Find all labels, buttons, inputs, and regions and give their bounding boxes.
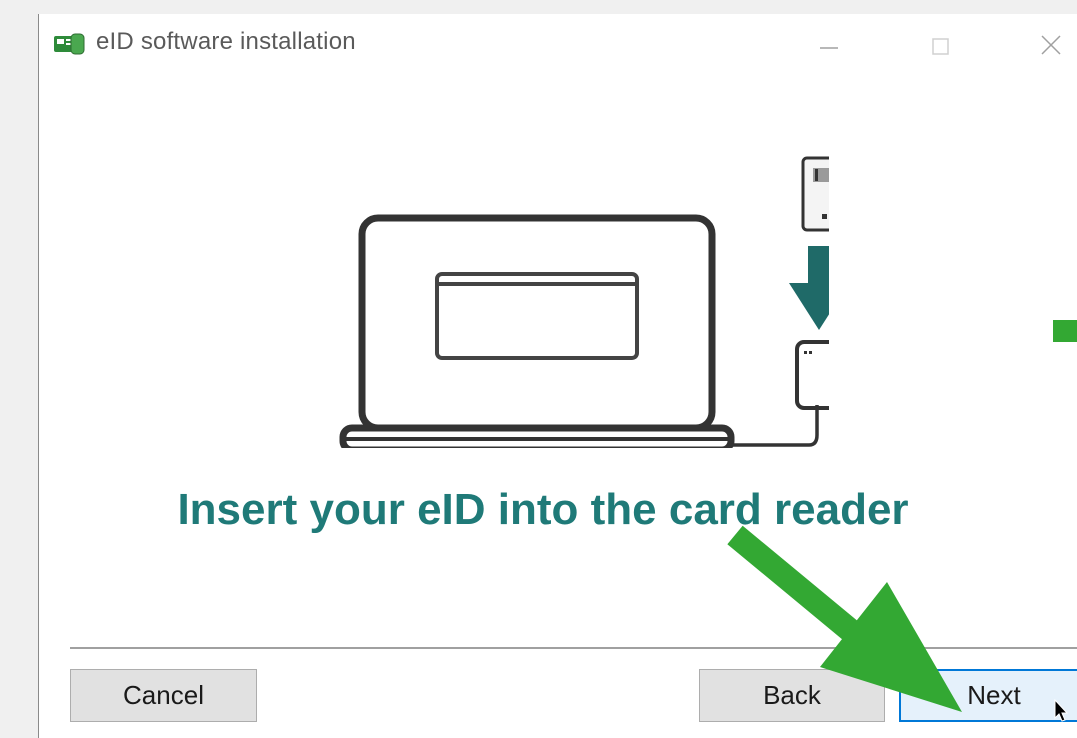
back-button[interactable]: Back xyxy=(699,669,885,722)
minimize-button[interactable] xyxy=(799,14,859,76)
title-bar[interactable]: eID software installation xyxy=(39,14,1077,76)
instruction-heading: Insert your eID into the card reader xyxy=(177,485,909,534)
cancel-button[interactable]: Cancel xyxy=(70,669,257,722)
annotation-marker xyxy=(1053,320,1077,342)
desktop-background xyxy=(0,0,38,738)
minimize-icon xyxy=(820,47,838,49)
close-button[interactable] xyxy=(1021,14,1077,76)
mouse-cursor-icon xyxy=(1054,699,1069,722)
laptop-card-reader-illustration xyxy=(339,156,829,448)
button-separator xyxy=(70,647,1077,649)
close-icon xyxy=(1041,35,1061,55)
maximize-icon xyxy=(932,38,949,55)
wizard-content: Insert your eID into the card reader Can… xyxy=(39,76,1077,738)
maximize-button[interactable] xyxy=(911,14,971,76)
window-title: eID software installation xyxy=(96,28,356,55)
next-button[interactable]: Next xyxy=(899,669,1077,722)
installer-window: eID software installation Insert your eI… xyxy=(38,14,1077,738)
app-icon xyxy=(54,33,85,55)
